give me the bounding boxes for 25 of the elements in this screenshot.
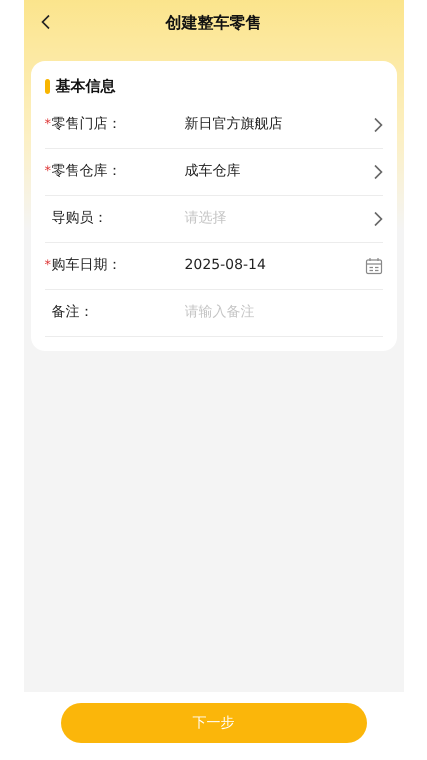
chevron-right-icon xyxy=(372,210,382,226)
page-title: 创建整车零售 xyxy=(166,12,262,34)
remark-input-field[interactable]: 请输入备注 xyxy=(184,302,382,323)
field-placeholder: 请选择 xyxy=(184,209,228,228)
select-row[interactable]: *零售门店： 新日官方旗舰店 xyxy=(44,102,382,148)
calendar-icon[interactable] xyxy=(364,256,382,274)
chevron-right-icon xyxy=(372,164,382,180)
field-value: 新日官方旗舰店 xyxy=(184,115,284,134)
field-value: 成车仓库 xyxy=(184,162,242,181)
required-asterisk: * xyxy=(44,256,52,275)
field-value: 2025-08-14 xyxy=(184,256,267,275)
required-asterisk: * xyxy=(44,116,52,134)
input-row[interactable]: 备注： 请输入备注 xyxy=(44,290,382,336)
date-picker-row[interactable]: *购车日期： 2025-08-14 xyxy=(44,242,382,290)
section-title: 基本信息 xyxy=(56,76,116,97)
field-label: 备注： xyxy=(52,303,94,322)
field-label: 导购员： xyxy=(52,209,108,228)
section-marker xyxy=(44,78,50,94)
select-row[interactable]: 导购员： 请选择 xyxy=(44,196,382,242)
field-label: 零售仓库： xyxy=(52,162,122,181)
field-label: 购车日期： xyxy=(52,256,122,275)
select-row[interactable]: *零售仓库： 成车仓库 xyxy=(44,148,382,196)
chevron-right-icon xyxy=(372,116,382,132)
required-asterisk: * xyxy=(44,162,52,181)
field-label: 零售门店： xyxy=(52,115,122,134)
